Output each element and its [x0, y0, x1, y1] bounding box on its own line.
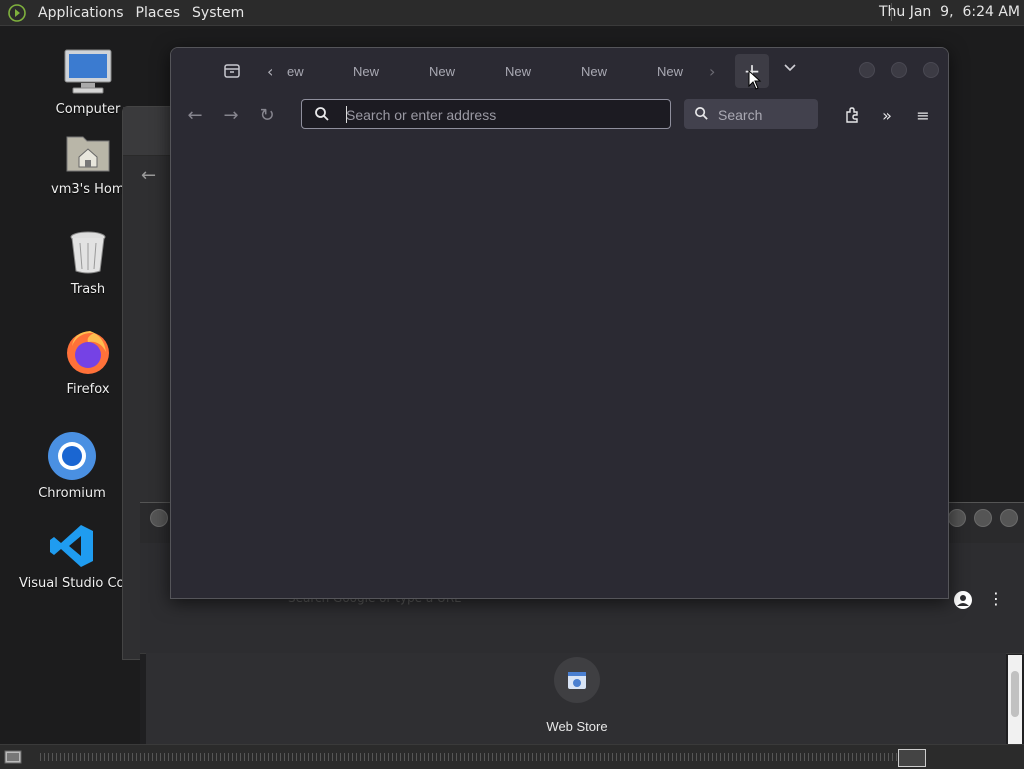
tab[interactable]: New	[505, 64, 531, 79]
page-content	[171, 136, 948, 598]
show-desktop-icon[interactable]	[4, 749, 22, 764]
extensions-icon[interactable]	[840, 103, 864, 127]
web-store-icon	[568, 672, 586, 689]
desktop-icon-label: Chromium	[38, 486, 106, 501]
back-arrow-icon[interactable]: ←	[141, 165, 156, 186]
maximize-icon[interactable]	[974, 509, 992, 527]
desktop-icon-label: Visual Studio Code	[19, 576, 123, 591]
firefox-window[interactable]: ‹ ew New New New New New › + ← → ↻ Searc…	[170, 47, 949, 599]
tab[interactable]: New	[353, 64, 379, 79]
desktop-icon-chromium[interactable]: Chromium	[17, 430, 127, 501]
close-icon[interactable]	[923, 62, 939, 78]
tab-strip: ‹ ew New New New New New › +	[171, 48, 948, 94]
home-folder-icon	[62, 126, 114, 178]
window-list[interactable]	[40, 753, 900, 761]
computer-icon	[62, 46, 114, 98]
firefox-view-icon[interactable]	[223, 62, 241, 84]
vscode-icon	[46, 520, 98, 572]
mouse-cursor-icon	[748, 69, 762, 94]
url-input[interactable]	[344, 104, 658, 126]
profile-icon[interactable]	[954, 591, 972, 609]
workspace-switcher[interactable]	[898, 749, 926, 767]
search-icon	[314, 106, 330, 126]
scrollbar[interactable]	[1008, 655, 1022, 745]
tab[interactable]: New	[429, 64, 455, 79]
places-menu[interactable]: Places	[136, 5, 181, 21]
scroll-tabs-right-icon[interactable]: ›	[709, 62, 715, 81]
close-icon[interactable]	[1000, 509, 1018, 527]
back-arrow-icon[interactable]: ←	[183, 103, 207, 127]
search-icon	[694, 106, 709, 125]
window-control-icon[interactable]	[150, 509, 168, 527]
tab[interactable]: New	[657, 64, 683, 79]
system-menu[interactable]: System	[192, 5, 244, 21]
chromium-icon	[46, 430, 98, 482]
tab[interactable]: ew	[287, 64, 304, 79]
top-panel: Applications Places System Thu Jan 9, 6:…	[0, 0, 1024, 26]
web-store-shortcut[interactable]	[554, 657, 600, 703]
minimize-icon[interactable]	[859, 62, 875, 78]
overflow-menu-icon[interactable]: »	[875, 103, 899, 127]
navigation-toolbar: ← → ↻ » ≡	[171, 94, 948, 137]
forward-arrow-icon[interactable]: →	[219, 103, 243, 127]
desktop-icon-vscode[interactable]: Visual Studio Code	[17, 520, 127, 591]
scroll-tabs-left-icon[interactable]: ‹	[267, 62, 273, 81]
kebab-menu-icon[interactable]: ⋮	[988, 589, 1004, 608]
applications-menu[interactable]: Applications	[38, 5, 124, 21]
firefox-icon	[62, 326, 114, 378]
reload-icon[interactable]: ↻	[255, 103, 279, 127]
search-input[interactable]	[716, 104, 816, 126]
desktop-icon-label: vm3's Home	[51, 182, 125, 197]
clock[interactable]: Thu Jan 9, 6:24 AM	[879, 4, 1020, 20]
list-all-tabs-icon[interactable]	[783, 60, 797, 79]
trash-icon	[62, 226, 114, 278]
tab[interactable]: New	[581, 64, 607, 79]
maximize-icon[interactable]	[891, 62, 907, 78]
minimize-icon[interactable]	[948, 509, 966, 527]
search-bar[interactable]	[684, 99, 818, 129]
hamburger-menu-icon[interactable]: ≡	[911, 103, 935, 127]
bottom-panel	[0, 744, 1024, 769]
distro-logo-icon[interactable]	[8, 3, 26, 22]
scrollbar-thumb[interactable]	[1011, 671, 1019, 717]
address-bar[interactable]	[301, 99, 671, 129]
web-store-label[interactable]: Web Store	[520, 719, 634, 734]
